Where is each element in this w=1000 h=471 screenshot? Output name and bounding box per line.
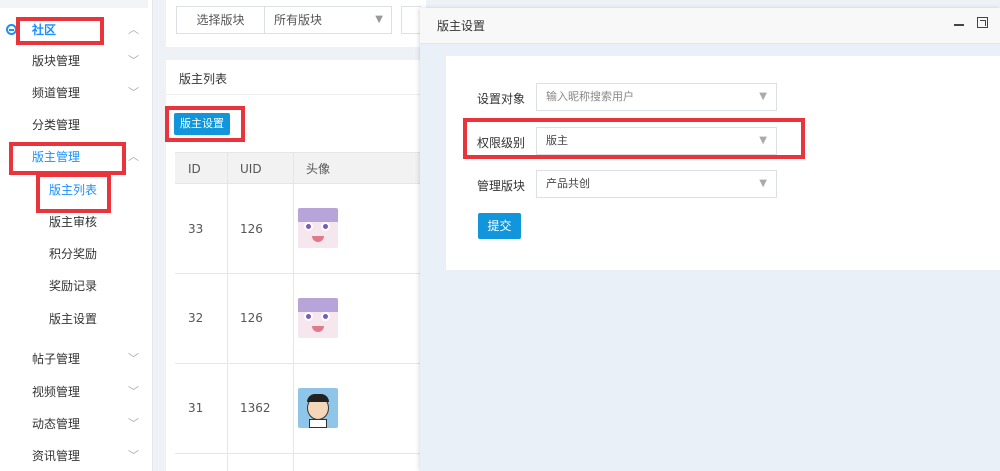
column-divider (293, 152, 294, 471)
chevron-up-icon: ︿ (128, 23, 139, 36)
sidebar: 社区 ︿ 版块管理 ﹀ 频道管理 ﹀ 分类管理 版主管理 ︿ 版主列表 版主审核… (0, 0, 153, 471)
maximize-icon[interactable] (977, 17, 988, 28)
chevron-up-icon: ︿ (128, 150, 139, 163)
managed-board-select[interactable]: 产品共创 ▼ (536, 170, 777, 198)
cell-uid: 126 (240, 222, 263, 236)
column-header-avatar: 头像 (306, 162, 331, 176)
sidebar-item-community[interactable]: 社区 ︿ (0, 14, 153, 46)
table-row[interactable]: 32 126 (175, 274, 420, 364)
sidebar-item-posts[interactable]: 帖子管理 ﹀ (0, 343, 153, 375)
cell-id: 32 (188, 311, 204, 325)
sidebar-item-moments[interactable]: 动态管理 ﹀ (0, 408, 153, 440)
sidebar-item-categories[interactable]: 分类管理 (0, 109, 153, 141)
permission-level-select[interactable]: 版主 ▼ (536, 127, 777, 155)
column-header-uid: UID (240, 162, 262, 176)
chevron-down-icon: ﹀ (128, 352, 139, 365)
sidebar-item-moderator-list[interactable]: 版主列表 (0, 174, 153, 206)
board-filter-label: 选择版块 (176, 6, 264, 34)
sidebar-item-label: 分类管理 (32, 118, 81, 132)
caret-down-icon: ▼ (759, 91, 767, 102)
sidebar-item-moderators[interactable]: 版主管理 ︿ (0, 141, 153, 173)
level-label: 权限级别 (477, 136, 526, 150)
avatar (298, 388, 338, 428)
target-placeholder: 输入昵称搜索用户 (546, 90, 634, 103)
board-filter-value: 所有版块 (274, 13, 323, 27)
chevron-down-icon: ﹀ (128, 417, 139, 430)
chevron-down-icon: ﹀ (128, 54, 139, 67)
target-user-search[interactable]: 输入昵称搜索用户 ▼ (536, 83, 777, 111)
cell-id: 31 (188, 401, 204, 415)
sidebar-item-label: 版主列表 (49, 183, 98, 197)
sidebar-item-label: 版主设置 (49, 312, 98, 326)
sidebar-item-news[interactable]: 资讯管理 ﹀ (0, 440, 153, 471)
sidebar-item-moderator-settings[interactable]: 版主设置 (0, 303, 153, 335)
avatar (298, 298, 338, 338)
column-divider (227, 152, 228, 471)
target-label: 设置对象 (477, 92, 526, 106)
sidebar-top-strip (0, 0, 148, 8)
column-header-id: ID (188, 162, 201, 176)
chevron-down-icon: ﹀ (128, 86, 139, 99)
sidebar-item-label: 版块管理 (32, 54, 81, 68)
avatar (298, 208, 338, 248)
modal-title: 版主设置 (437, 19, 486, 33)
caret-down-icon: ▼ (759, 178, 767, 189)
filter-extra-field[interactable] (401, 6, 421, 34)
sidebar-item-label: 帖子管理 (32, 352, 81, 366)
caret-down-icon: ▼ (759, 135, 767, 146)
divider (166, 94, 420, 95)
board-filter-select[interactable]: 所有版块 ▼ (264, 6, 392, 34)
sidebar-item-boards[interactable]: 版块管理 ﹀ (0, 45, 153, 77)
level-value: 版主 (546, 134, 568, 147)
sidebar-item-moderator-review[interactable]: 版主审核 (0, 206, 153, 238)
sidebar-item-label: 频道管理 (32, 86, 81, 100)
moderator-settings-button[interactable]: 版主设置 (174, 113, 230, 135)
sidebar-item-label: 积分奖励 (49, 247, 98, 261)
chevron-down-icon: ﹀ (128, 385, 139, 398)
sidebar-item-label: 视频管理 (32, 385, 81, 399)
sidebar-item-label: 版主审核 (49, 215, 98, 229)
sidebar-item-reward-records[interactable]: 奖励记录 (0, 270, 153, 302)
sidebar-item-channels[interactable]: 频道管理 ﹀ (0, 77, 153, 109)
table-header: ID UID 头像 (175, 152, 420, 184)
table-row[interactable]: 31 1362 (175, 364, 420, 454)
cell-id: 33 (188, 222, 204, 236)
community-icon (6, 24, 17, 35)
table-row[interactable]: 33 126 (175, 184, 420, 274)
sidebar-item-videos[interactable]: 视频管理 ﹀ (0, 376, 153, 408)
sidebar-item-label: 动态管理 (32, 417, 81, 431)
cell-uid: 126 (240, 311, 263, 325)
sidebar-item-label: 版主管理 (32, 150, 81, 164)
sidebar-item-label: 社区 (32, 23, 57, 37)
sidebar-item-label: 资讯管理 (32, 449, 81, 463)
chevron-down-icon: ﹀ (128, 449, 139, 462)
board-label: 管理版块 (477, 179, 526, 193)
cell-uid: 1362 (240, 401, 271, 415)
submit-button[interactable]: 提交 (478, 213, 521, 239)
sidebar-item-label: 奖励记录 (49, 279, 98, 293)
modal-header (420, 8, 1000, 44)
board-value: 产品共创 (546, 177, 590, 190)
minimize-icon[interactable] (954, 24, 964, 26)
page-title: 版主列表 (179, 72, 228, 86)
caret-down-icon: ▼ (375, 14, 383, 25)
sidebar-item-points-reward[interactable]: 积分奖励 (0, 238, 153, 270)
